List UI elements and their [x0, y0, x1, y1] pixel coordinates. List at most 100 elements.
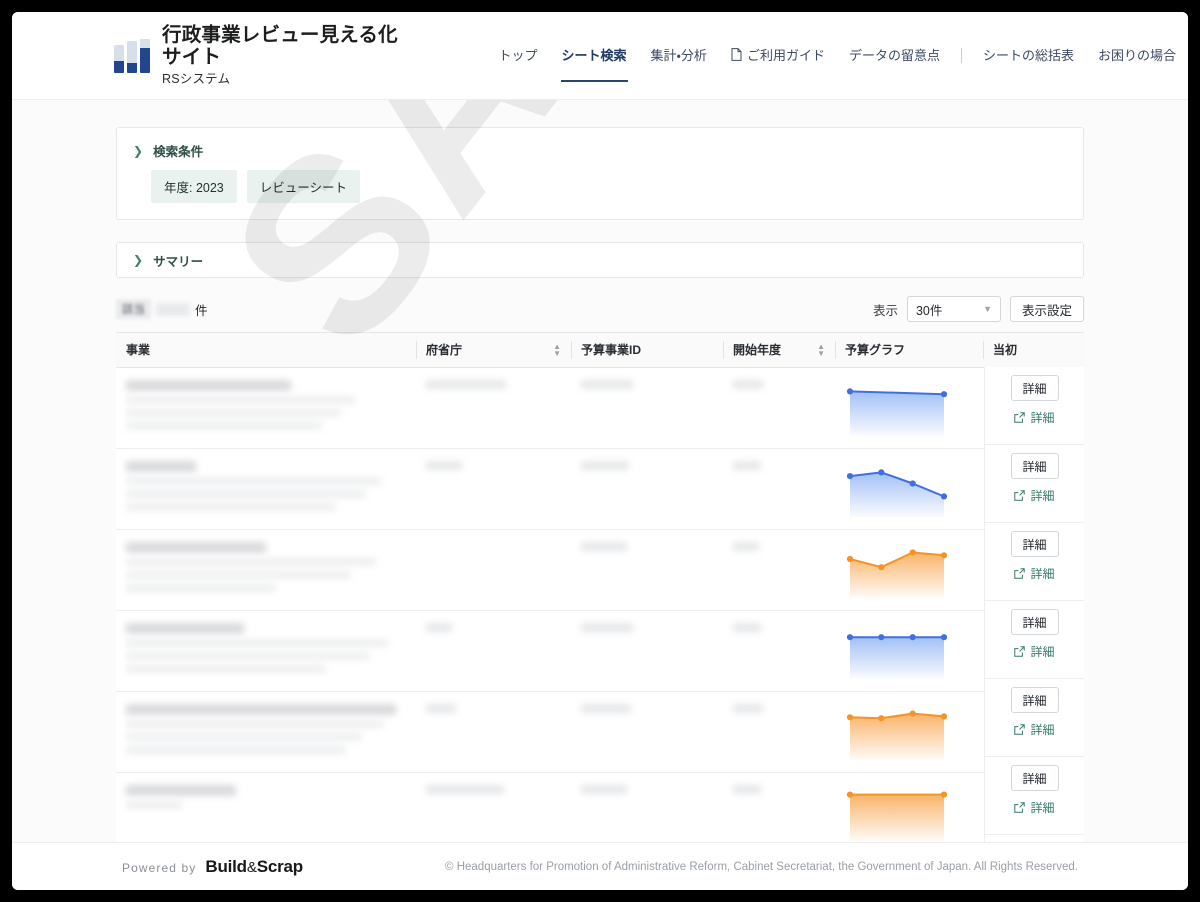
masked-content — [581, 622, 713, 632]
detail-link-label: 詳細 — [1030, 801, 1055, 815]
row-action-group: 詳細詳細 — [985, 445, 1084, 523]
nav-item-user-guide[interactable]: ご利用ガイド — [719, 39, 837, 72]
chevron-right-icon[interactable]: ❯ — [133, 254, 143, 266]
sort-icon[interactable]: ▲ ▼ — [553, 342, 561, 357]
cell-ministry — [416, 691, 571, 773]
budget-sparkline — [846, 633, 948, 679]
column-header-budget-id[interactable]: 予算事業ID — [571, 333, 723, 368]
detail-button[interactable]: 詳細 — [1010, 453, 1059, 479]
row-actions-column: 詳細詳細詳細詳細詳細詳細詳細詳細詳細詳細詳細詳細詳細詳細 — [984, 367, 1084, 842]
table-row[interactable] — [116, 772, 1084, 842]
masked-content — [126, 379, 406, 391]
chevron-right-icon[interactable]: ❯ — [133, 145, 143, 157]
nav-item-aggregation-analysis[interactable]: 集計・分析 — [639, 39, 719, 72]
detail-button[interactable]: 詳細 — [1010, 765, 1059, 791]
detail-link-label: 詳細 — [1030, 567, 1055, 581]
column-header-ministry[interactable]: 府省庁 ▲ ▼ — [416, 333, 571, 368]
nav-label: データの留意点 — [848, 48, 940, 63]
copyright-text: © Headquarters for Promotion of Administ… — [445, 860, 1078, 873]
masked-content — [733, 703, 825, 713]
nav-divider — [960, 48, 962, 63]
masked-content — [126, 638, 406, 673]
detail-external-link[interactable]: 詳細 — [1014, 643, 1055, 660]
external-link-icon — [1014, 802, 1026, 813]
table-row[interactable] — [116, 448, 1084, 530]
column-header-start-year[interactable]: 開始年度 ▲ ▼ — [723, 333, 835, 368]
results-count: 該当 件 — [116, 299, 208, 319]
bar-chart-logo-icon — [114, 38, 150, 73]
nav-item-summary-table[interactable]: シートの総括表 — [971, 39, 1086, 72]
results-toolbar: 該当 件 表示 30件 ▼ 表示設定 — [116, 292, 1084, 326]
results-table-wrapper: 事業 府省庁 ▲ ▼ 予算事業ID 開始年度 ▲ ▼ 予算グラフ 当初 詳細 詳… — [116, 332, 1084, 842]
table-header-row: 事業 府省庁 ▲ ▼ 予算事業ID 開始年度 ▲ ▼ 予算グラフ 当初 — [116, 333, 1084, 368]
detail-external-link[interactable]: 詳細 — [1014, 487, 1055, 504]
search-conditions-header[interactable]: ❯ 検索条件 — [117, 128, 1083, 160]
table-row[interactable] — [116, 691, 1084, 773]
nav-item-top[interactable]: トップ — [486, 39, 549, 72]
cell-start-year — [723, 772, 835, 842]
cell-ministry — [416, 367, 571, 449]
table-row[interactable] — [116, 529, 1084, 611]
detail-external-link[interactable]: 詳細 — [1014, 721, 1055, 738]
brand-title: 行政事業レビュー見える化サイト — [162, 24, 398, 68]
nav-label: シート検索 — [561, 48, 627, 63]
masked-content — [126, 460, 406, 472]
masked-content — [581, 541, 713, 551]
budget-sparkline — [846, 710, 948, 760]
col-label: 予算グラフ — [845, 343, 906, 358]
search-conditions-title: 検索条件 — [153, 145, 204, 159]
detail-button[interactable]: 詳細 — [1010, 375, 1059, 401]
detail-external-link[interactable]: 詳細 — [1014, 409, 1055, 426]
detail-external-link[interactable]: 詳細 — [1014, 565, 1055, 582]
cell-budget-chart — [835, 691, 983, 773]
detail-link-label: 詳細 — [1030, 723, 1055, 737]
nav-label: お困りの場合 — [1097, 48, 1176, 63]
document-icon — [731, 48, 742, 61]
build-scrap-logo[interactable]: Build&Scrap — [205, 857, 303, 877]
display-label: 表示 — [872, 303, 898, 318]
sort-icon[interactable]: ▲ ▼ — [817, 342, 825, 357]
column-header-initial[interactable]: 当初 — [983, 333, 1084, 368]
summary-title: サマリー — [153, 254, 204, 269]
detail-button[interactable]: 詳細 — [1010, 609, 1059, 635]
masked-content — [126, 719, 406, 754]
col-label: 事業 — [126, 343, 151, 358]
nav-item-sheet-search[interactable]: シート検索 — [550, 39, 639, 82]
chip-review-sheet[interactable]: レビューシート — [246, 170, 361, 203]
masked-content — [733, 784, 825, 794]
browser-viewport: 行政事業レビュー見える化サイト RSシステム トップ シート検索 集計・分析 ご… — [12, 12, 1188, 890]
masked-content — [733, 460, 825, 470]
brand-right: Scrap — [256, 856, 303, 876]
table-row[interactable] — [116, 367, 1084, 449]
detail-button[interactable]: 詳細 — [1010, 687, 1059, 713]
column-header-budget-chart[interactable]: 予算グラフ — [835, 333, 983, 368]
nav-item-data-notes[interactable]: データの留意点 — [837, 39, 952, 72]
main-navigation: トップ シート検索 集計・分析 ご利用ガイド データの留意点 シートの総括表 お… — [486, 39, 1188, 82]
nav-label: トップ — [498, 48, 538, 63]
detail-external-link[interactable]: 詳細 — [1014, 799, 1055, 816]
column-header-business[interactable]: 事業 — [116, 333, 416, 368]
per-page-select[interactable]: 30件 ▼ — [906, 296, 1001, 322]
cell-budget-id — [571, 448, 723, 530]
masked-content — [581, 460, 713, 470]
results-count-unit: 件 — [195, 303, 208, 318]
display-settings-button[interactable]: 表示設定 — [1009, 296, 1084, 322]
site-footer: Powered by Build&Scrap © Headquarters fo… — [12, 842, 1188, 890]
masked-content — [426, 703, 561, 713]
site-brand[interactable]: 行政事業レビュー見える化サイト RSシステム — [114, 24, 411, 86]
nav-item-help[interactable]: お困りの場合 — [1086, 39, 1188, 72]
masked-content — [426, 622, 561, 632]
chip-fiscal-year[interactable]: 年度: 2023 — [151, 170, 237, 203]
detail-link-label: 詳細 — [1030, 645, 1055, 659]
cell-budget-chart — [835, 610, 983, 692]
search-conditions-panel: ❯ 検索条件 年度: 2023 レビューシート — [116, 127, 1084, 220]
detail-button[interactable]: 詳細 — [1010, 531, 1059, 557]
cell-start-year — [723, 529, 835, 611]
table-row[interactable] — [116, 610, 1084, 692]
budget-sparkline — [846, 468, 948, 517]
chevron-down-icon: ▼ — [983, 304, 992, 314]
masked-content — [581, 379, 713, 389]
masked-content — [733, 379, 825, 389]
summary-panel[interactable]: ❯ サマリー — [116, 242, 1084, 278]
cell-budget-chart — [835, 448, 983, 530]
